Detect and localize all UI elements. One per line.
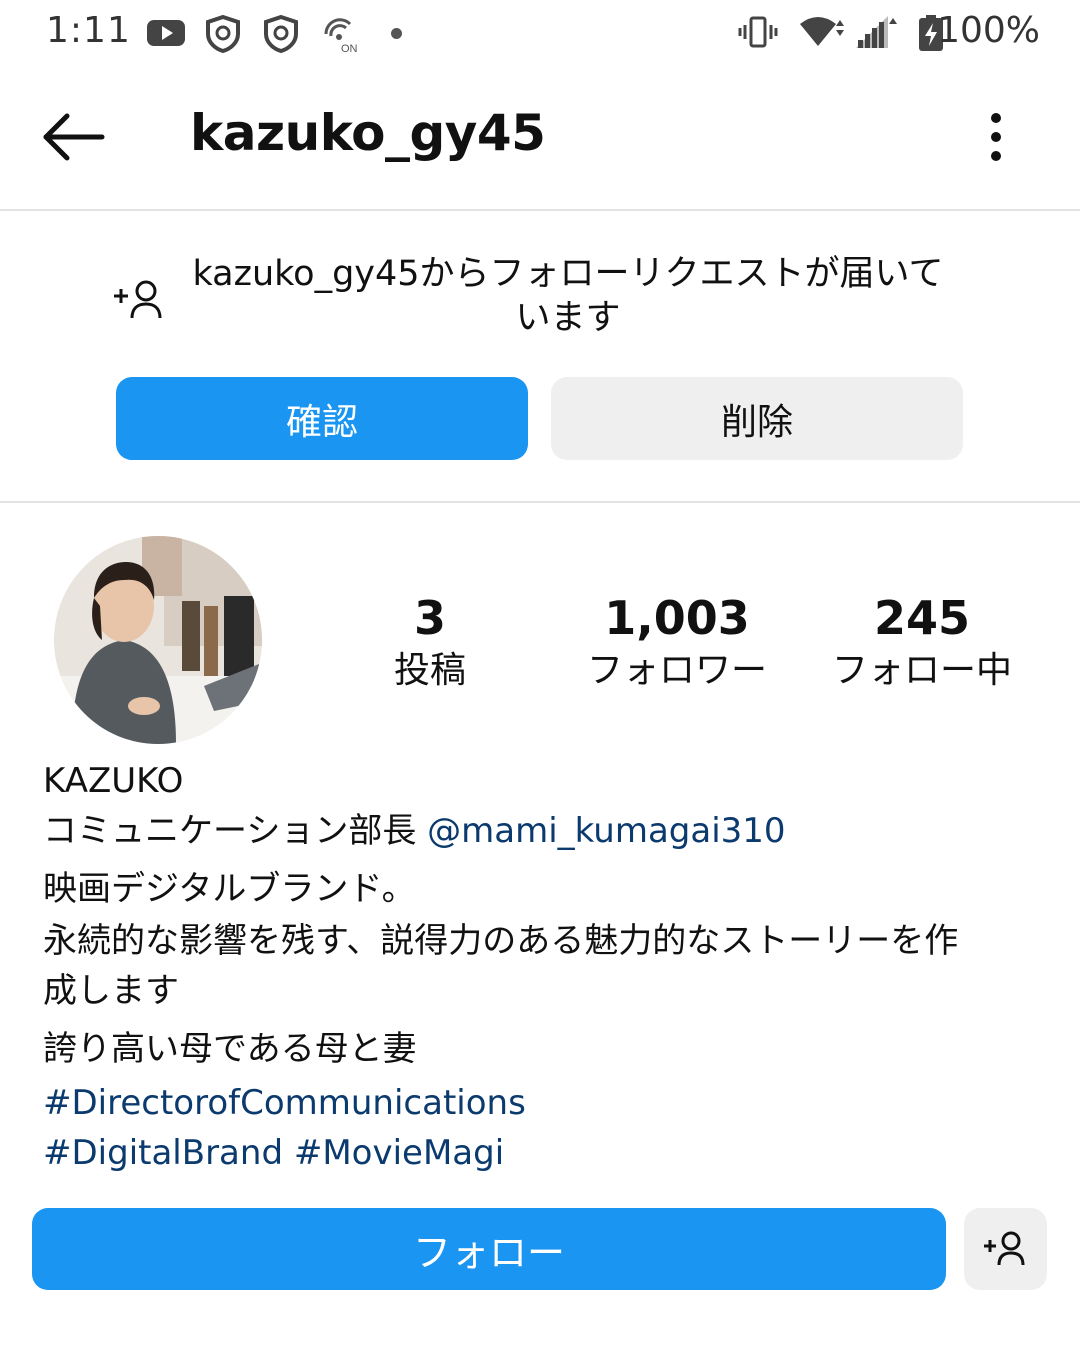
bio-line-1: コミュニケーション部長 @mami_kumagai310 xyxy=(43,806,786,856)
vibrate-icon xyxy=(738,16,778,48)
confirm-button[interactable]: 確認 xyxy=(116,377,528,460)
stat-posts-count: 3 xyxy=(413,591,446,645)
add-user-icon xyxy=(114,280,162,319)
status-time: 1:11 xyxy=(46,10,131,51)
signal-icon xyxy=(856,16,897,48)
svg-text:ON: ON xyxy=(341,43,358,54)
bio-line-2: 映画デジタルブランド。 xyxy=(43,869,416,909)
bio-line-5: 誇り高い母である母と妻 xyxy=(43,1029,417,1069)
bio-line-4: 成します xyxy=(43,971,179,1011)
stat-following-label: フォロー中 xyxy=(831,650,1012,691)
page-title: kazuko_gy45 xyxy=(190,104,546,162)
hashtag-link[interactable]: #MovieMagi xyxy=(294,1133,504,1173)
follow-button[interactable]: フォロー xyxy=(32,1208,946,1290)
stat-followers-label: フォロワー xyxy=(586,650,767,691)
mention-link[interactable]: @mami_kumagai310 xyxy=(427,811,785,851)
bio-line-3: 永続的な影響を残す、説得力のある魅力的なストーリーを作 xyxy=(43,921,959,961)
youtube-icon xyxy=(147,20,185,46)
hotspot-on-icon: ON xyxy=(324,18,358,54)
divider xyxy=(0,501,1080,503)
stat-posts[interactable]: 3 投稿 xyxy=(320,590,540,696)
suggested-users-button[interactable] xyxy=(964,1208,1047,1290)
follow-request-line2: います xyxy=(515,298,621,338)
follow-request-message: kazuko_gy45からフォローリクエストが届いて います xyxy=(178,252,958,340)
stat-followers-count: 1,003 xyxy=(604,591,750,645)
stat-following-count: 245 xyxy=(873,591,971,645)
add-user-icon xyxy=(983,1231,1024,1266)
hashtag-link[interactable]: #DigitalBrand xyxy=(43,1133,283,1173)
back-arrow-icon[interactable] xyxy=(40,112,106,162)
bio-hashtags-1: #DirectorofCommunications xyxy=(43,1078,526,1128)
hashtag-link[interactable]: #DirectorofCommunications xyxy=(43,1083,526,1123)
profile-name: KAZUKO xyxy=(43,761,184,801)
dot-icon xyxy=(391,28,402,39)
battery-percent: 100% xyxy=(937,10,1040,51)
bio-hashtags-2: #DigitalBrand #MovieMagi xyxy=(43,1128,504,1178)
stat-following[interactable]: 245 フォロー中 xyxy=(812,590,1032,696)
divider xyxy=(0,209,1080,211)
avatar[interactable] xyxy=(54,536,262,744)
shield-icon xyxy=(206,14,240,54)
bio-title: コミュニケーション部長 xyxy=(43,811,428,851)
delete-button[interactable]: 削除 xyxy=(551,377,963,460)
stat-followers[interactable]: 1,003 フォロワー xyxy=(567,590,787,696)
profile-photo xyxy=(54,536,262,744)
shield-icon xyxy=(264,14,298,54)
follow-request-line1: kazuko_gy45からフォローリクエストが届いて xyxy=(192,254,944,294)
wifi-icon xyxy=(800,17,844,46)
more-vertical-icon[interactable] xyxy=(980,112,1012,162)
stat-posts-label: 投稿 xyxy=(393,650,466,691)
